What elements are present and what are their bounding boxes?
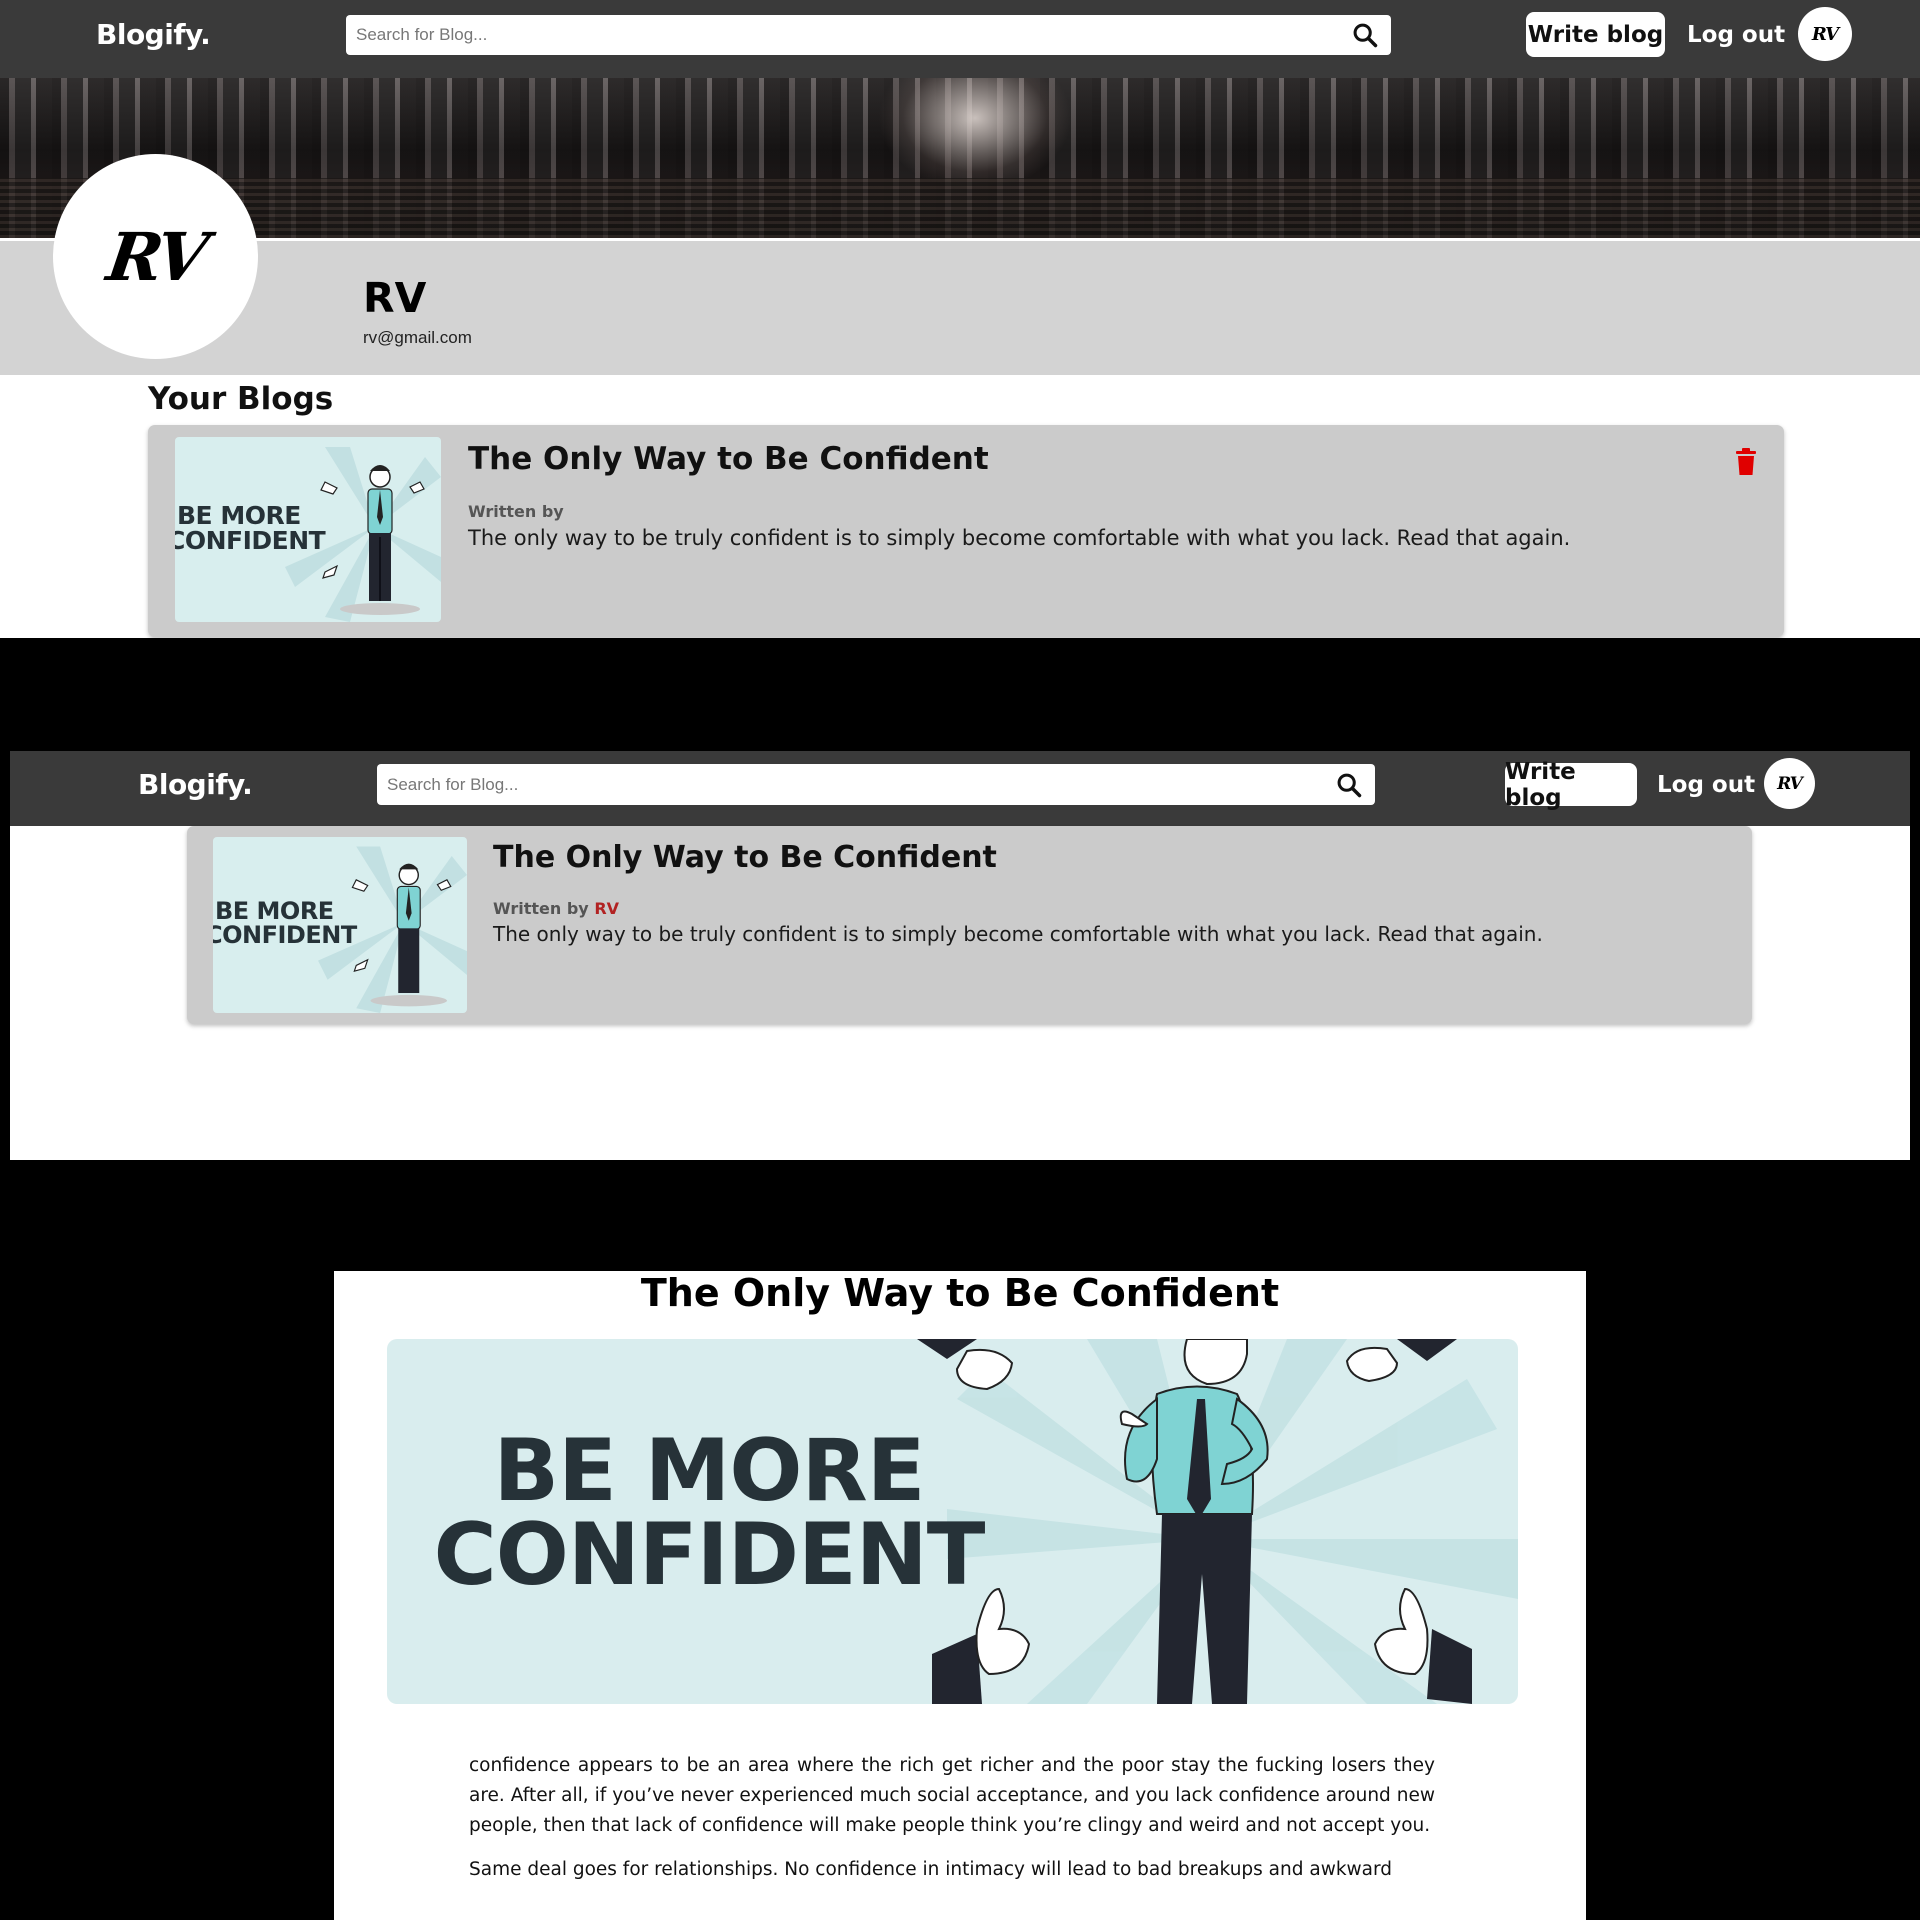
blog-excerpt: The only way to be truly confident is to… xyxy=(493,922,1543,946)
article-title: The Only Way to Be Confident xyxy=(640,1271,1280,1315)
search-bar xyxy=(377,764,1375,805)
cover-image xyxy=(0,78,1920,238)
write-blog-button[interactable]: Write blog xyxy=(1526,12,1665,57)
search-bar xyxy=(346,15,1391,55)
navbar: Blogify. Write blog Log out RV xyxy=(10,751,1910,826)
blog-excerpt: The only way to be truly confident is to… xyxy=(468,526,1571,550)
brand-logo[interactable]: Blogify. xyxy=(96,18,211,51)
logout-button[interactable]: Log out xyxy=(1687,22,1785,48)
written-by-label: Written by xyxy=(468,502,564,521)
thumbnail-text-line1: BE MORE xyxy=(177,501,301,530)
blog-title[interactable]: The Only Way to Be Confident xyxy=(468,441,989,477)
article-hero-image: BE MORE CONFIDENT xyxy=(387,1339,1518,1704)
brand-logo[interactable]: Blogify. xyxy=(138,768,253,801)
thumbnail-text-line2: CONFIDENT xyxy=(175,526,326,555)
avatar-initials: RV xyxy=(1811,23,1839,45)
written-by-label: Written by xyxy=(493,899,589,918)
user-avatar[interactable]: RV xyxy=(1764,758,1815,809)
hero-text-line1: BE MORE xyxy=(493,1421,926,1521)
thumbnail-text-line2: CONFIDENT xyxy=(213,921,357,949)
user-avatar[interactable]: RV xyxy=(1798,7,1852,61)
written-by-line: Written by RV xyxy=(493,899,619,918)
blog-thumbnail[interactable]: BE MORE CONFIDENT xyxy=(213,837,467,1013)
search-icon[interactable] xyxy=(1335,771,1363,799)
blog-title[interactable]: The Only Way to Be Confident xyxy=(493,840,997,875)
profile-page: RV RV rv@gmail.com Your Blogs BE MORE CO… xyxy=(0,78,1920,638)
logout-button[interactable]: Log out xyxy=(1657,772,1755,798)
avatar-initials: RV xyxy=(1777,773,1803,794)
trash-icon[interactable] xyxy=(1735,448,1757,476)
thumbnail-text-line1: BE MORE xyxy=(215,897,334,925)
article-paragraph: confidence appears to be an area where t… xyxy=(469,1755,1435,1836)
hero-text-line2: CONFIDENT xyxy=(433,1505,986,1606)
search-icon[interactable] xyxy=(1351,21,1379,49)
profile-avatar-initials: RV xyxy=(102,217,209,296)
hero-text: BE MORE CONFIDENT xyxy=(429,1421,989,1606)
navbar: Blogify. Write blog Log out RV xyxy=(0,0,1920,78)
author-link[interactable]: RV xyxy=(594,899,619,918)
profile-band xyxy=(0,241,1920,375)
blog-card[interactable]: BE MORE CONFIDENT The Only Way to Be Con… xyxy=(187,826,1752,1024)
section-title: Your Blogs xyxy=(148,381,334,417)
search-input[interactable] xyxy=(356,15,1341,55)
profile-name: RV xyxy=(363,274,427,322)
profile-email: rv@gmail.com xyxy=(363,328,472,347)
article-paragraph: Same deal goes for relationships. No con… xyxy=(469,1859,1393,1880)
write-blog-button[interactable]: Write blog xyxy=(1505,759,1637,811)
blog-thumbnail[interactable]: BE MORE CONFIDENT xyxy=(175,437,441,622)
blog-card[interactable]: BE MORE CONFIDENT The Only Way to Be Con… xyxy=(148,425,1784,637)
search-input[interactable] xyxy=(387,764,1325,805)
article-body: confidence appears to be an area where t… xyxy=(469,1751,1435,1899)
profile-avatar[interactable]: RV xyxy=(53,154,258,359)
article-page: The Only Way to Be Confident BE MORE CON… xyxy=(334,1271,1586,1920)
